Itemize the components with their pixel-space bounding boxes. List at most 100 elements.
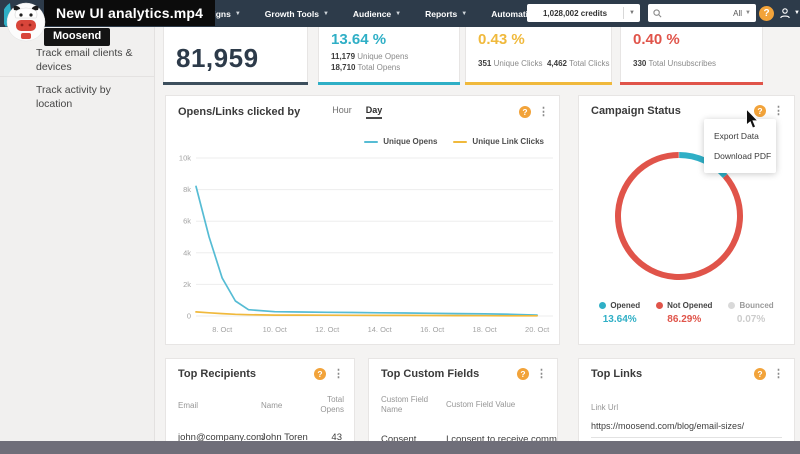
- row-divider: [591, 437, 782, 438]
- svg-text:2k: 2k: [183, 280, 191, 289]
- svg-text:8. Oct: 8. Oct: [212, 325, 233, 334]
- main-navigation: Campaigns▼ Growth Tools▼ Audience▼ Repor…: [185, 0, 538, 27]
- donut-legend: Opened 13.64% Not Opened 86.29% Bounced …: [579, 301, 794, 325]
- svg-text:8k: 8k: [183, 185, 191, 194]
- open-rate-value: 13.64 %: [331, 31, 387, 48]
- mouse-cursor: [745, 109, 759, 129]
- legend-opened: Opened 13.64%: [599, 301, 640, 325]
- kebab-menu-icon[interactable]: ⋮: [773, 368, 784, 380]
- chevron-down-icon: ▼: [234, 10, 241, 17]
- kebab-menu-icon[interactable]: ⋮: [773, 105, 784, 117]
- brand-tooltip: Moosend: [44, 28, 111, 46]
- divider: [0, 76, 154, 77]
- top-links-card: Top Links ? ⋮ Link Url https://moosend.co…: [578, 358, 795, 454]
- svg-text:0: 0: [187, 312, 191, 321]
- credits-value: 1,028,002 credits: [542, 8, 608, 18]
- svg-text:18. Oct: 18. Oct: [473, 325, 498, 334]
- video-scrubber-bar[interactable]: [0, 441, 800, 454]
- nav-item-reports[interactable]: Reports ▼: [425, 9, 467, 19]
- credits-dropdown[interactable]: 1,028,002 credits ▼: [527, 4, 640, 22]
- not-opened-dot: [656, 302, 664, 309]
- legend-label: Unique Link Clicks: [472, 137, 544, 146]
- menu-item-export-data[interactable]: Export Data: [704, 126, 776, 146]
- kebab-menu-icon[interactable]: ⋮: [538, 106, 549, 118]
- help-icon[interactable]: ?: [314, 368, 326, 380]
- chevron-down-icon[interactable]: ▼: [745, 10, 751, 16]
- accent-bar: [465, 82, 612, 85]
- search-input[interactable]: [665, 8, 731, 18]
- legend-not-opened: Not Opened 86.29%: [656, 301, 712, 325]
- kebab-menu-icon[interactable]: ⋮: [333, 368, 344, 380]
- card-title: Opens/Links clicked by: [178, 106, 301, 118]
- chevron-down-icon: ▼: [794, 10, 800, 16]
- moosend-logo[interactable]: [2, 1, 46, 43]
- top-custom-fields-card: Top Custom Fields ? ⋮ Custom Field Name C…: [368, 358, 558, 454]
- help-icon[interactable]: ?: [519, 106, 531, 118]
- svg-text:12. Oct: 12. Oct: [315, 325, 340, 334]
- sidebar-item-email-clients[interactable]: Track email clients & devices: [36, 46, 144, 74]
- total-opens-label: Total Opens: [357, 63, 401, 72]
- account-menu[interactable]: ▼: [779, 7, 800, 19]
- sidebar-item-activity-location[interactable]: Track activity by location: [36, 83, 144, 111]
- accent-bar: [318, 82, 460, 85]
- svg-text:10. Oct: 10. Oct: [263, 325, 288, 334]
- yellow-line-swatch: [453, 140, 468, 143]
- unique-opens-count: 11,179: [331, 52, 356, 61]
- unsubscribes-label: Total Unsubscribes: [648, 59, 717, 68]
- total-opens-line: 18,710 Total Opens: [331, 63, 400, 72]
- card-title: Top Links: [591, 368, 643, 380]
- legend-bounced: Bounced 0.07%: [728, 301, 774, 325]
- bounced-pct: 0.07%: [736, 314, 766, 325]
- link-url-cell[interactable]: https://moosend.com/blog/email-sizes/: [591, 421, 744, 431]
- col-header-email: Email: [178, 401, 199, 410]
- unsubscribes-count: 330: [633, 59, 647, 68]
- hour-day-toggle: Hour Day: [332, 105, 383, 119]
- search-icon: [653, 8, 662, 17]
- chevron-down-icon: ▼: [395, 10, 402, 17]
- total-opens-count: 18,710: [331, 63, 356, 72]
- kebab-menu-icon[interactable]: ⋮: [536, 368, 547, 380]
- unsubscribe-rate-value: 0.40 %: [633, 31, 680, 48]
- unique-opens-label: Unique Opens: [357, 52, 409, 61]
- sidebar: Track email clients & devices Track acti…: [0, 27, 155, 441]
- stat-card-opens: 13.64 % 11,179 Unique Opens 18,710 Total…: [318, 27, 460, 85]
- sent-total-value: 81,959: [176, 43, 259, 73]
- col-header-total-opens: Total Opens: [320, 395, 344, 414]
- unique-clicks-count: 351: [478, 59, 492, 68]
- svg-text:14. Oct: 14. Oct: [368, 325, 393, 334]
- svg-text:20. Oct: 20. Oct: [525, 325, 550, 334]
- teal-line-swatch: [364, 140, 379, 143]
- total-clicks-label: Total Clicks: [569, 59, 610, 68]
- menu-item-download-pdf[interactable]: Download PDF: [704, 146, 776, 166]
- col-header-custom-field-name: Custom Field Name: [381, 395, 429, 414]
- not-opened-pct: 86.29%: [667, 314, 702, 325]
- help-button[interactable]: ?: [759, 6, 774, 21]
- card-title: Top Custom Fields: [381, 368, 480, 380]
- cow-mascot-icon: [2, 2, 46, 42]
- nav-item-growth-tools[interactable]: Growth Tools ▼: [265, 9, 329, 19]
- svg-text:4k: 4k: [183, 248, 191, 257]
- chevron-down-icon: ▼: [461, 10, 468, 17]
- video-title-overlay: New UI analytics.mp4: [44, 0, 216, 26]
- col-header-custom-field-value: Custom Field Value: [446, 400, 516, 409]
- svg-text:10k: 10k: [179, 154, 191, 163]
- svg-text:16. Oct: 16. Oct: [420, 325, 445, 334]
- clicks-line: 351 Unique Clicks 4,462 Total Clicks: [478, 59, 610, 68]
- toggle-day[interactable]: Day: [365, 105, 383, 119]
- help-icon[interactable]: ?: [517, 368, 529, 380]
- toggle-hour[interactable]: Hour: [332, 105, 352, 119]
- campaign-status-card: Campaign Status ? ⋮ Opened 13.64% Not Op…: [578, 95, 795, 345]
- legend-unique-link-clicks: Unique Link Clicks: [453, 137, 544, 146]
- legend-label: Not Opened: [667, 301, 713, 310]
- nav-item-audience[interactable]: Audience ▼: [353, 9, 401, 19]
- search-bar: All ▼: [648, 4, 756, 22]
- search-filter-value: All: [733, 8, 743, 18]
- help-icon[interactable]: ?: [754, 368, 766, 380]
- line-chart: 0 2k 4k 6k 8k 10k 8. Oct 10. Oct 12. Oct 14. Oct 1…: [179, 154, 553, 334]
- stat-card-clicks: 0.43 % 351 Unique Clicks 4,462 Total Cli…: [465, 27, 612, 85]
- accent-bar: [163, 82, 308, 85]
- bounced-dot: [728, 302, 736, 309]
- legend-unique-opens: Unique Opens: [364, 137, 437, 146]
- context-menu: Export Data Download PDF: [704, 119, 776, 173]
- unique-clicks-label: Unique Clicks: [493, 59, 543, 68]
